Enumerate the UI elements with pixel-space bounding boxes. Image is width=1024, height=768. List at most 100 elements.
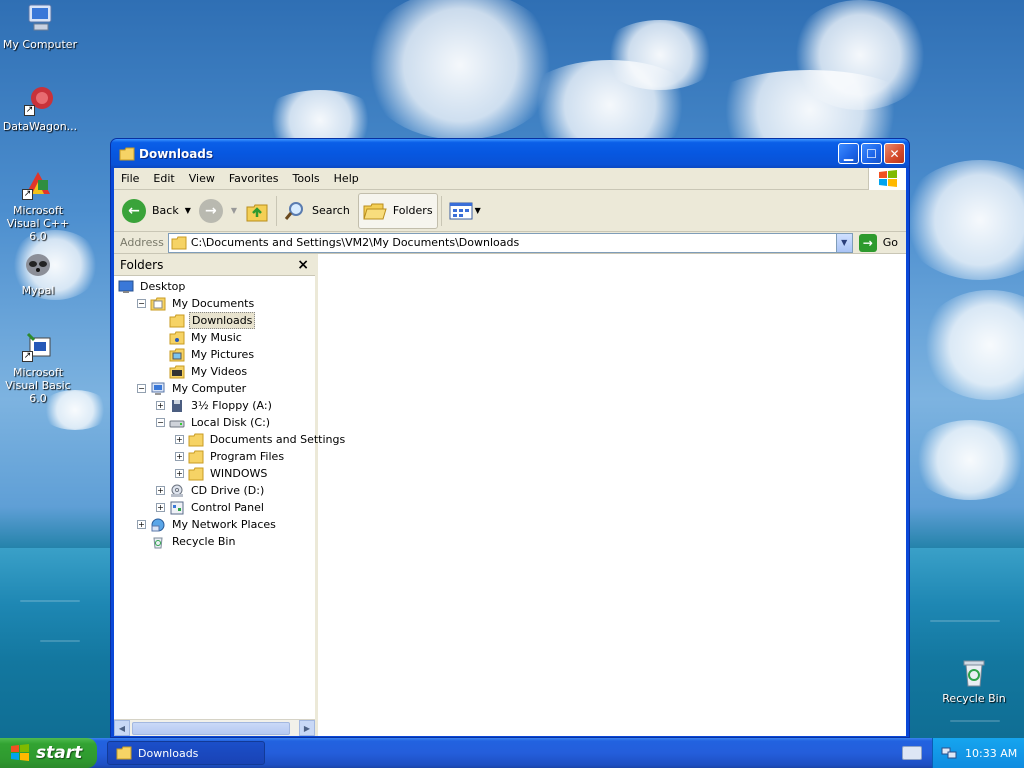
- pictures-folder-icon: [169, 348, 189, 362]
- tree-item[interactable]: − Local Disk (C:): [114, 414, 315, 431]
- desktop-icon-label: Mypal: [21, 284, 55, 297]
- desktop-icon: [118, 280, 138, 294]
- expand-icon[interactable]: +: [175, 469, 184, 478]
- desktop-icon-label: DataWagon...: [2, 120, 78, 133]
- forward-button[interactable]: → ▼: [195, 193, 241, 229]
- address-field[interactable]: C:\Documents and Settings\VM2\My Documen…: [167, 232, 853, 253]
- cd-drive-icon: [169, 484, 189, 498]
- expand-icon[interactable]: +: [156, 503, 165, 512]
- desktop-icon-visual-cpp[interactable]: ↗ Microsoft Visual C++ 6.0: [0, 168, 78, 243]
- folders-pane-title: Folders: [120, 257, 164, 272]
- taskbar-item-label: Downloads: [138, 746, 199, 760]
- close-pane-icon[interactable]: ×: [297, 257, 309, 273]
- back-button[interactable]: ← Back ▼: [118, 193, 195, 229]
- up-button[interactable]: [241, 193, 273, 229]
- collapse-icon[interactable]: −: [137, 384, 146, 393]
- maximize-button[interactable]: ☐: [861, 143, 882, 164]
- minimize-button[interactable]: ▁: [838, 143, 859, 164]
- menu-favorites[interactable]: Favorites: [222, 168, 286, 190]
- network-icon[interactable]: [941, 746, 957, 760]
- tree-item[interactable]: + Documents and Settings: [114, 431, 345, 448]
- desktop-icon-label: Microsoft Visual Basic 6.0: [5, 366, 71, 405]
- forward-dropdown-icon[interactable]: ▼: [231, 206, 237, 215]
- expand-icon[interactable]: +: [137, 520, 146, 529]
- tree-item[interactable]: Recycle Bin: [114, 533, 315, 550]
- recycle-bin-icon: [958, 656, 990, 688]
- address-label: Address: [120, 236, 164, 249]
- tree-item-label: Program Files: [210, 450, 285, 463]
- scroll-right-icon[interactable]: ▶: [299, 720, 315, 736]
- maximize-icon: ☐: [866, 146, 877, 161]
- tree-item[interactable]: − My Computer: [114, 380, 315, 397]
- address-dropdown-icon[interactable]: ▼: [835, 233, 852, 252]
- tree-item[interactable]: + WINDOWS: [114, 465, 315, 482]
- folder-tree: Desktop − My Documents Downloads My Music My …: [114, 276, 345, 719]
- menu-edit[interactable]: Edit: [146, 168, 181, 190]
- menu-view[interactable]: View: [182, 168, 222, 190]
- menu-tools[interactable]: Tools: [286, 168, 327, 190]
- desktop-icon-visual-basic[interactable]: ↗ Microsoft Visual Basic 6.0: [0, 330, 78, 405]
- toolbar-separator: [440, 195, 442, 226]
- recycle-bin-icon: [150, 535, 170, 549]
- menu-help[interactable]: Help: [327, 168, 366, 190]
- my-computer-icon: [150, 382, 170, 396]
- tree-item[interactable]: My Videos: [114, 363, 315, 380]
- close-button[interactable]: ✕: [884, 143, 905, 164]
- tree-item-label: My Computer: [172, 382, 247, 395]
- horizontal-scrollbar[interactable]: ◀ ▶: [114, 719, 315, 736]
- system-tray: 10:33 AM: [932, 738, 1024, 768]
- address-bar: Address C:\Documents and Settings\VM2\My…: [114, 232, 906, 254]
- title-bar[interactable]: Downloads ▁ ☐ ✕: [111, 139, 909, 168]
- search-button[interactable]: Search: [280, 193, 354, 229]
- tree-item[interactable]: + Control Panel: [114, 499, 315, 516]
- tree-item[interactable]: My Pictures: [114, 346, 315, 363]
- back-arrow-icon: ←: [122, 198, 146, 223]
- start-label: start: [36, 743, 83, 763]
- tree-item[interactable]: + CD Drive (D:): [114, 482, 315, 499]
- keyboard-icon[interactable]: [902, 746, 922, 760]
- tree-item[interactable]: Downloads: [114, 312, 315, 329]
- views-button[interactable]: ▼: [445, 193, 485, 229]
- window-title: Downloads: [139, 146, 214, 161]
- folder-up-icon: [246, 204, 268, 221]
- scroll-track[interactable]: [130, 721, 299, 736]
- search-label: Search: [312, 204, 350, 217]
- expand-icon[interactable]: +: [175, 452, 184, 461]
- go-button[interactable]: → Go: [853, 233, 904, 252]
- desktop-icon-recycle-bin[interactable]: Recycle Bin: [934, 656, 1014, 705]
- file-list-pane[interactable]: [318, 254, 906, 736]
- collapse-icon[interactable]: −: [137, 299, 146, 308]
- folder-icon: [116, 746, 132, 760]
- folder-icon: [188, 433, 208, 447]
- tree-item[interactable]: + Program Files: [114, 448, 315, 465]
- tree-item-label: 3½ Floppy (A:): [191, 399, 272, 412]
- folder-icon: [171, 236, 187, 249]
- tree-item[interactable]: +3½ Floppy (A:): [114, 397, 315, 414]
- desktop-icon-my-computer[interactable]: My Computer: [0, 2, 80, 51]
- folders-button[interactable]: Folders: [357, 192, 438, 229]
- start-button[interactable]: start: [0, 738, 97, 768]
- tree-item[interactable]: − My Documents: [114, 295, 315, 312]
- mypal-icon: [22, 248, 54, 280]
- tree-item[interactable]: My Music: [114, 329, 315, 346]
- tree-item-label: My Videos: [191, 365, 248, 378]
- clock[interactable]: 10:33 AM: [965, 747, 1017, 760]
- desktop-icon-mypal[interactable]: Mypal: [0, 248, 78, 297]
- back-dropdown-icon[interactable]: ▼: [185, 206, 191, 215]
- tree-item[interactable]: Desktop: [114, 278, 315, 295]
- scroll-thumb[interactable]: [132, 721, 290, 735]
- expand-icon[interactable]: +: [175, 435, 184, 444]
- tree-item-label: Desktop: [140, 280, 186, 293]
- desktop-icon-datawagon[interactable]: ↗ DataWagon...: [0, 84, 80, 133]
- expand-icon[interactable]: +: [156, 401, 165, 410]
- menu-file[interactable]: File: [114, 168, 146, 190]
- scroll-left-icon[interactable]: ◀: [114, 720, 130, 736]
- tree-item[interactable]: + My Network Places: [114, 516, 315, 533]
- expand-icon[interactable]: +: [156, 486, 165, 495]
- tree-item-label: Recycle Bin: [172, 535, 236, 548]
- collapse-icon[interactable]: −: [156, 418, 165, 427]
- tree-item-label: Local Disk (C:): [191, 416, 271, 429]
- taskbar-item-downloads[interactable]: Downloads: [107, 741, 265, 765]
- visual-cpp-icon: ↗: [22, 168, 54, 200]
- disk-icon: [169, 416, 189, 430]
